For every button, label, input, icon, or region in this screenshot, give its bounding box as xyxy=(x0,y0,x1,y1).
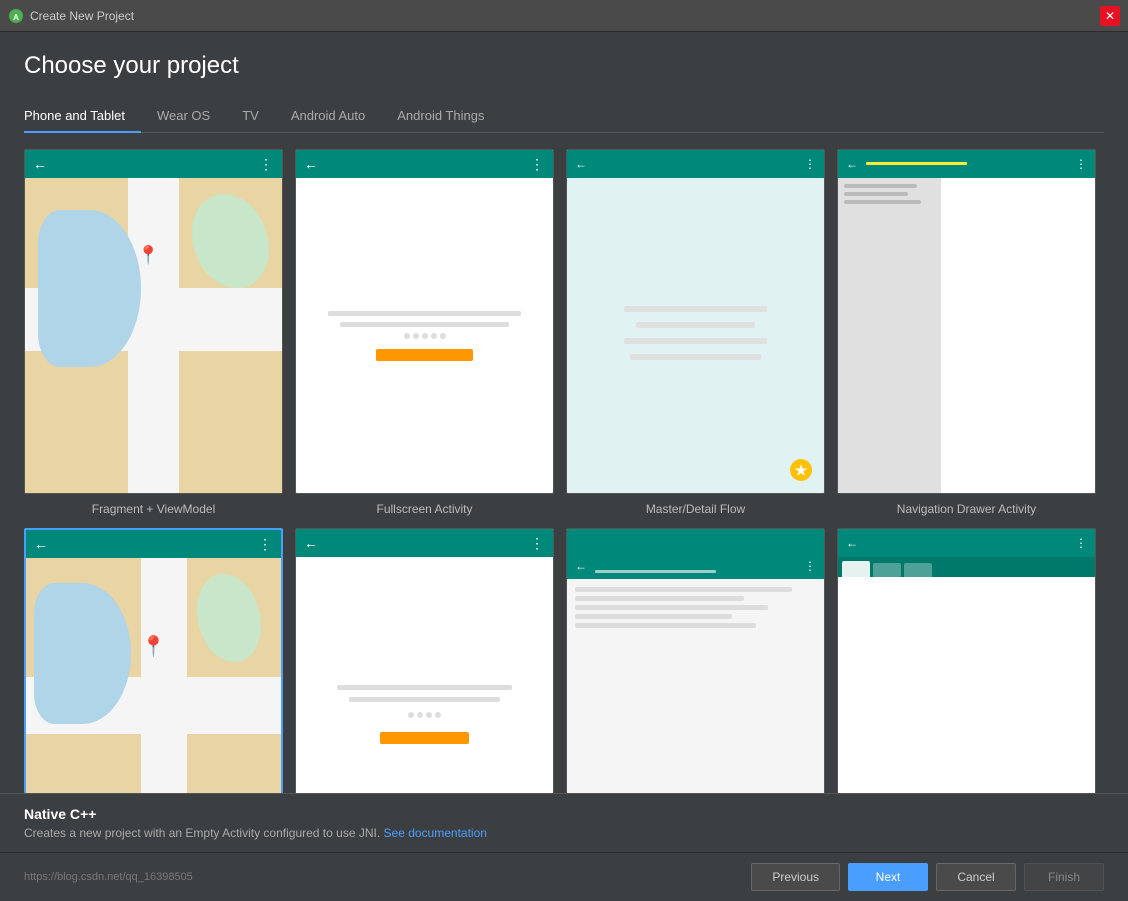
title-bar: A Create New Project ✕ xyxy=(0,0,1128,32)
card-navigation-drawer[interactable]: ← ⋮ Navi xyxy=(837,149,1096,516)
card-image-scrolling: ← ⋮ xyxy=(566,528,825,793)
card-master-detail[interactable]: ← ⋮ ★ Master/Detail Flow xyxy=(566,149,825,516)
menu-map-icon: ⋮ xyxy=(258,536,273,553)
card-label-fragment-viewmodel: Fragment + ViewModel xyxy=(92,502,216,516)
back-arrow-icon: ← xyxy=(33,156,47,172)
footer: https://blog.csdn.net/qq_16398505 Previo… xyxy=(0,852,1128,901)
card-fullscreen-activity[interactable]: ← ⋮ xyxy=(295,149,554,516)
selected-activity-title: Native C++ xyxy=(24,806,1104,822)
menu-login-icon: ⋮ xyxy=(530,535,545,552)
page-title: Choose your project xyxy=(24,52,1104,80)
finish-button[interactable]: Finish xyxy=(1024,863,1104,891)
card-label-fullscreen: Fullscreen Activity xyxy=(376,502,472,516)
back-arrow-icon: ← xyxy=(304,156,318,172)
footer-url: https://blog.csdn.net/qq_16398505 xyxy=(24,871,193,883)
card-tabbed-activity[interactable]: ← ⋮ Tabbed Activity xyxy=(837,528,1096,793)
card-image-master-detail: ← ⋮ ★ xyxy=(566,149,825,494)
window-title: Create New Project xyxy=(30,9,1100,23)
menu-icon: ⋮ xyxy=(804,157,816,171)
menu-scroll-icon: ⋮ xyxy=(804,559,816,573)
card-scrolling-activity[interactable]: ← ⋮ Scrolling Activity xyxy=(566,528,825,793)
close-button[interactable]: ✕ xyxy=(1100,6,1120,26)
back-scroll-icon: ← xyxy=(575,559,587,573)
tab-android-auto[interactable]: Android Auto xyxy=(275,100,381,133)
next-button[interactable]: Next xyxy=(848,863,928,891)
tab-android-things[interactable]: Android Things xyxy=(381,100,500,133)
previous-button[interactable]: Previous xyxy=(751,863,840,891)
back-tab-icon: ← xyxy=(846,536,858,550)
see-documentation-link[interactable]: See documentation xyxy=(384,826,487,840)
svg-text:A: A xyxy=(13,13,19,22)
activity-grid: ← ⋮ 📍 Fragment + ViewModel xyxy=(24,149,1104,793)
menu-dots-icon: ⋮ xyxy=(259,156,274,173)
menu-tab-icon: ⋮ xyxy=(1075,536,1087,550)
card-login-activity[interactable]: ← ⋮ Logi xyxy=(295,528,554,793)
tab-tv[interactable]: TV xyxy=(226,100,275,133)
menu-dots-icon: ⋮ xyxy=(530,156,545,173)
bottom-info-section: Native C++ Creates a new project with an… xyxy=(0,793,1128,852)
card-image-google-maps: ← ⋮ 📍 xyxy=(24,528,283,793)
tab-bar: Phone and Tablet Wear OS TV Android Auto… xyxy=(24,100,1104,133)
app-icon: A xyxy=(8,8,24,24)
card-google-maps[interactable]: ← ⋮ 📍 Google Maps Activity xyxy=(24,528,283,793)
cancel-button[interactable]: Cancel xyxy=(936,863,1016,891)
card-image-fragment-viewmodel: ← ⋮ 📍 xyxy=(24,149,283,494)
selected-activity-description: Creates a new project with an Empty Acti… xyxy=(24,826,1104,840)
card-label-master-detail: Master/Detail Flow xyxy=(646,502,745,516)
back-map-icon: ← xyxy=(34,536,48,552)
card-image-tabbed: ← ⋮ xyxy=(837,528,1096,793)
back-login-icon: ← xyxy=(304,535,318,551)
tab-wear-os[interactable]: Wear OS xyxy=(141,100,226,133)
card-image-nav-drawer: ← ⋮ xyxy=(837,149,1096,494)
back-nav-icon: ← xyxy=(846,157,858,171)
back-icon: ← xyxy=(575,157,587,171)
main-content: Choose your project Phone and Tablet Wea… xyxy=(0,32,1128,793)
card-label-nav-drawer: Navigation Drawer Activity xyxy=(897,502,1036,516)
card-fragment-viewmodel[interactable]: ← ⋮ 📍 Fragment + ViewModel xyxy=(24,149,283,516)
tab-phone-tablet[interactable]: Phone and Tablet xyxy=(24,100,141,133)
card-image-login: ← ⋮ xyxy=(295,528,554,793)
menu-nav-icon: ⋮ xyxy=(1075,157,1087,171)
card-image-fullscreen: ← ⋮ xyxy=(295,149,554,494)
